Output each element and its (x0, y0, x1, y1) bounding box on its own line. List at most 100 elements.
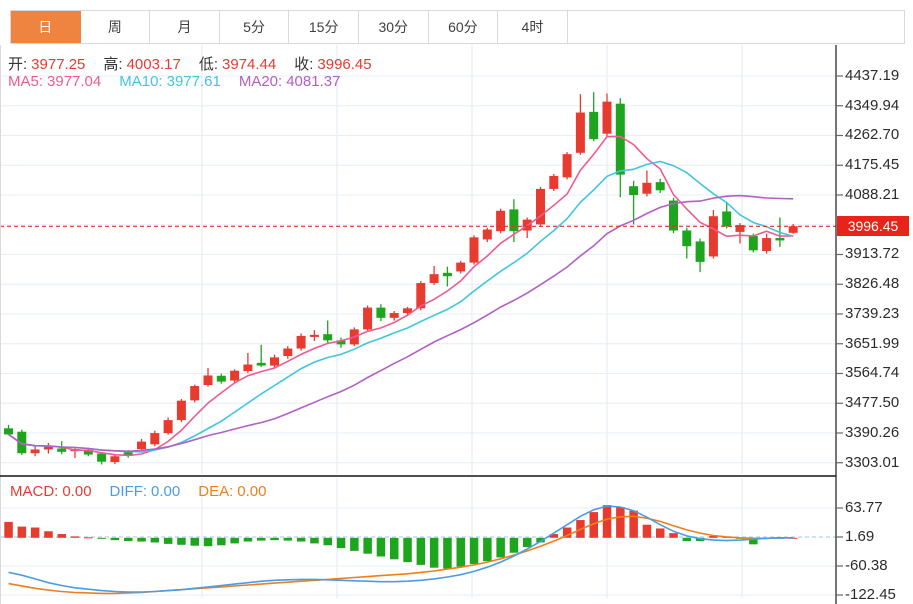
candle-body (190, 386, 200, 401)
tab-30min[interactable]: 30分 (359, 11, 429, 43)
ma5-line (8, 135, 794, 457)
tab-month[interactable]: 月 (150, 11, 220, 43)
candle-body (469, 237, 479, 263)
macd-hist-bar (483, 537, 492, 562)
header-value: 0.00 (237, 483, 267, 500)
candle-body (270, 357, 279, 366)
candle-body (682, 230, 692, 247)
candle-body (762, 238, 772, 251)
macd-hist-bar (84, 537, 93, 539)
candle-body (655, 182, 665, 191)
macd-summary: MACD: 0.00 DIFF: 0.00 DEA: 0.00 (10, 483, 284, 500)
header-value: 3977.25 (31, 56, 86, 73)
header-value: 3974.44 (221, 56, 277, 73)
tab-day[interactable]: 日 (11, 11, 81, 43)
ohlc-summary: 开: 3977.25 高: 4003.17 低: 3974.44 收: 3996.45 (8, 53, 390, 74)
header-label: 开: (8, 56, 28, 73)
macd-hist-bar (283, 537, 293, 541)
price-axis-label: 3477.50 (845, 394, 900, 412)
price-axis-label: 3564.74 (845, 364, 900, 382)
macd-hist-bar (629, 510, 638, 538)
candle-body (43, 446, 53, 450)
candle-body (496, 210, 506, 232)
candle-body (97, 453, 107, 462)
candle-body (256, 362, 266, 366)
candle-body (203, 375, 213, 386)
macd-hist-bar (137, 537, 146, 542)
macd-hist-bar (310, 537, 319, 544)
macd-hist-bar (429, 537, 439, 568)
ma-summary: MA5: 3977.04 MA10: 3977.61 MA20: 4081.37 (8, 73, 358, 90)
candle-body (216, 375, 226, 382)
macd-hist-bar (682, 537, 692, 542)
header-value: 3996.45 (317, 56, 372, 73)
candle-body (442, 272, 452, 277)
candle-body (309, 334, 319, 337)
candle-body (602, 101, 612, 134)
macd-hist-bar (30, 527, 40, 538)
header-item: DIFF: 0.00 (110, 483, 185, 500)
header-item: MA5: 3977.04 (8, 73, 105, 90)
candle-body (695, 241, 705, 262)
candle-body (775, 238, 785, 241)
header-label: 低: (198, 56, 218, 73)
price-axis-label: 3651.99 (845, 334, 900, 352)
macd-hist-bar (616, 506, 625, 538)
macd-hist-bar (243, 537, 253, 542)
candle-body (482, 229, 492, 240)
timeframe-tabs: 日周月 5分 15分 30分 60分 4时 (10, 10, 905, 44)
macd-hist-bar (257, 537, 266, 541)
candle-body (629, 186, 639, 196)
price-axis-label: 3303.01 (845, 453, 900, 471)
ma20-line (8, 194, 794, 453)
macd-hist-bar (110, 537, 120, 541)
candle-body (150, 433, 160, 445)
price-axis-label: 4437.19 (845, 67, 900, 84)
candle-body (176, 400, 186, 421)
macd-hist-bar (163, 537, 173, 544)
header-value: 0.00 (62, 483, 92, 500)
macd-hist-bar (57, 534, 66, 538)
candle-body (575, 112, 585, 153)
candle-body (137, 441, 146, 450)
header-item: 高: 4003.17 (103, 56, 184, 73)
header-value: 3977.04 (47, 73, 102, 90)
chart-canvas[interactable] (0, 0, 913, 604)
header-item: MA20: 4081.37 (239, 73, 345, 90)
macd-axis-label: 1.69 (845, 528, 875, 545)
macd-hist-bar (602, 505, 612, 538)
candle-body (30, 449, 40, 454)
tab-5min[interactable]: 5分 (220, 11, 290, 43)
tab-15min[interactable]: 15分 (289, 11, 359, 43)
macd-axis-label: -122.45 (845, 586, 896, 603)
macd-hist-bar (642, 524, 652, 538)
candle-body (509, 209, 519, 232)
tab-week[interactable]: 周 (81, 11, 151, 43)
macd-hist-bar (443, 537, 452, 569)
candle-body (57, 448, 67, 452)
macd-hist-bar (336, 537, 346, 549)
price-axis-label: 3390.26 (845, 423, 900, 441)
header-item: 收: 3996.45 (294, 56, 375, 73)
candle-body (429, 274, 439, 284)
kline-chart-app: 日周月 5分 15分 30分 60分 4时 开: 3977.25 高: 4003.17 低: 397… (0, 0, 913, 604)
candle-body (562, 154, 572, 178)
macd-hist-bar (363, 537, 372, 554)
candle-body (110, 456, 120, 463)
candle-body (296, 335, 306, 349)
candle-body (708, 216, 718, 257)
candle-body (456, 262, 466, 272)
header-item: DEA: 0.00 (198, 483, 270, 500)
tab-4hour[interactable]: 4时 (498, 11, 568, 43)
price-axis-label: 3913.72 (845, 245, 900, 263)
header-label: 高: (103, 56, 123, 73)
price-axis-label: 4349.94 (845, 96, 900, 114)
macd-hist-bar (270, 537, 279, 541)
price-axis-label: 4262.70 (845, 126, 900, 144)
header-value: 3977.61 (166, 73, 221, 90)
header-label: 收: (294, 56, 314, 73)
candle-body (230, 370, 240, 381)
macd-hist-bar (217, 537, 226, 546)
tab-60min[interactable]: 60分 (429, 11, 499, 43)
price-axis-label: 3739.23 (845, 304, 900, 322)
